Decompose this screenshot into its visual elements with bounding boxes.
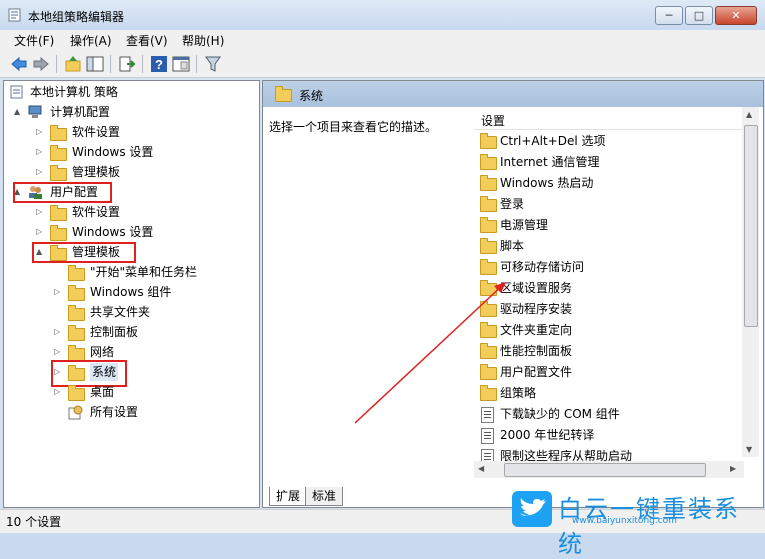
app-window: 本地组策略编辑器 ─ □ ✕ 文件(F) 操作(A) 查看(V) 帮助(H) ?… [0,0,765,558]
annotation-overlay [354,282,506,424]
red-arrow [354,282,506,424]
watermark-url: www.baiyunxitong.com [572,516,677,526]
status-text: 10 个设置 [6,515,62,529]
watermark-bird-icon [512,491,552,527]
